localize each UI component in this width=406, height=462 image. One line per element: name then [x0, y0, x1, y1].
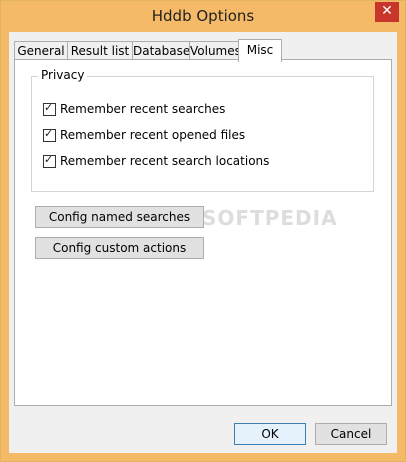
checkbox-label: Remember recent search locations [60, 154, 270, 168]
config-named-searches-button[interactable]: Config named searches [35, 206, 204, 228]
remember-recent-search-locations-checkbox[interactable]: Remember recent search locations [43, 153, 269, 169]
remember-recent-opened-files-checkbox[interactable]: Remember recent opened files [43, 127, 245, 143]
options-window: Hddb Options ✕ General Result list Datab… [0, 0, 406, 462]
config-custom-actions-button[interactable]: Config custom actions [35, 237, 204, 259]
close-icon: ✕ [381, 3, 393, 19]
tab-volumes[interactable]: Volumes [189, 41, 241, 60]
privacy-group: Privacy Remember recent searches Remembe… [31, 68, 374, 192]
privacy-group-label: Privacy [38, 68, 88, 82]
softpedia-watermark: SOFTPEDIA [202, 206, 338, 230]
window-title: Hddb Options [151, 7, 255, 25]
close-button[interactable]: ✕ [375, 2, 399, 22]
tab-misc[interactable]: Misc [238, 39, 282, 62]
ok-button[interactable]: OK [234, 423, 306, 445]
tab-result-list[interactable]: Result list [67, 41, 133, 60]
checkbox-checked-icon[interactable] [43, 127, 56, 142]
checkbox-label: Remember recent searches [60, 102, 226, 116]
tab-general[interactable]: General [14, 41, 68, 60]
checkbox-checked-icon[interactable] [43, 153, 56, 168]
misc-tab-panel: Privacy Remember recent searches Remembe… [14, 59, 392, 406]
cancel-button[interactable]: Cancel [315, 423, 387, 445]
dialog-body: General Result list Database Volumes Mis… [9, 32, 397, 453]
remember-recent-searches-checkbox[interactable]: Remember recent searches [43, 101, 225, 117]
checkbox-label: Remember recent opened files [60, 128, 246, 142]
title-bar[interactable]: Hddb Options ✕ [1, 1, 405, 31]
checkbox-checked-icon[interactable] [43, 101, 56, 116]
tab-database[interactable]: Database [132, 41, 190, 60]
